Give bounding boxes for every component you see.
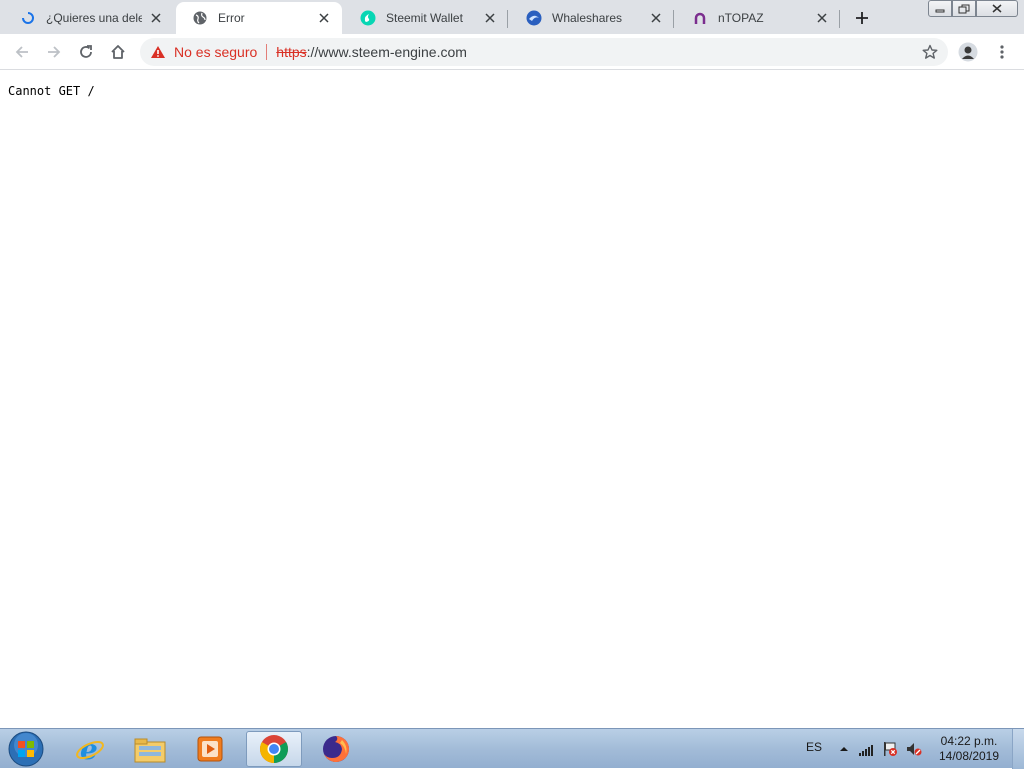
tab-title: ¿Quieres una deleg <box>46 11 142 25</box>
volume-tray-icon[interactable] <box>906 741 922 757</box>
kebab-menu-icon <box>1000 45 1004 59</box>
start-button[interactable] <box>6 730 46 768</box>
forward-button[interactable] <box>44 42 64 62</box>
tab-strip: ¿Quieres una deleg Error Steemit Wallet … <box>0 0 1024 34</box>
taskbar-chrome[interactable] <box>246 731 302 767</box>
minimize-icon <box>935 9 945 12</box>
file-explorer-icon <box>134 738 166 763</box>
ntopaz-icon <box>692 10 708 26</box>
windows-start-icon <box>8 731 44 767</box>
reload-icon <box>80 45 92 58</box>
clock-time: 04:22 p.m. <box>940 734 998 748</box>
warning-triangle-icon[interactable] <box>150 44 166 60</box>
firefox-icon <box>323 736 349 762</box>
close-tab-icon[interactable] <box>648 10 664 26</box>
minimize-button[interactable] <box>928 0 952 17</box>
restore-button[interactable] <box>952 0 976 17</box>
address-bar[interactable]: No es seguro https ://www.steem-engine.c… <box>140 38 948 66</box>
whaleshares-icon <box>526 10 542 26</box>
restore-icon <box>958 4 970 13</box>
arrow-left-icon <box>15 46 28 58</box>
tab-quieres-una-deleg[interactable]: ¿Quieres una deleg <box>4 2 174 34</box>
tab-separator <box>839 10 840 28</box>
taskbar-media-player[interactable] <box>182 731 238 767</box>
home-icon <box>111 45 125 59</box>
globe-icon <box>192 10 208 26</box>
close-tab-icon[interactable] <box>814 10 830 26</box>
close-tab-icon[interactable] <box>316 10 332 26</box>
clock-date: 14/08/2019 <box>938 749 1000 763</box>
close-window-button[interactable] <box>976 0 1018 17</box>
page-content: Cannot GET / <box>0 70 1024 728</box>
tab-title: Error <box>218 11 245 25</box>
network-tray-icon[interactable] <box>858 741 874 757</box>
taskbar-firefox[interactable] <box>308 731 364 767</box>
tab-title: Steemit Wallet <box>386 11 463 25</box>
show-hidden-icons-button[interactable] <box>836 741 852 757</box>
loading-spinner-icon <box>20 10 36 26</box>
tab-separator <box>673 10 674 28</box>
language-indicator[interactable]: ES <box>806 740 822 754</box>
avatar-icon <box>958 42 978 62</box>
security-label[interactable]: No es seguro <box>174 44 257 60</box>
arrow-right-icon <box>48 46 61 58</box>
media-player-icon <box>197 736 223 762</box>
bookmark-star-icon[interactable] <box>922 44 938 60</box>
steemit-icon <box>360 10 376 26</box>
internet-explorer-icon: e <box>76 733 104 765</box>
menu-button[interactable] <box>992 42 1012 62</box>
plus-icon <box>856 12 868 24</box>
close-tab-icon[interactable] <box>148 10 164 26</box>
tab-title: Whaleshares <box>552 11 623 25</box>
close-tab-icon[interactable] <box>482 10 498 26</box>
taskbar: e ES 04:22 p.m. 14/08/2019 <box>0 728 1024 769</box>
chrome-icon <box>260 735 288 763</box>
chevron-up-icon <box>840 747 848 751</box>
action-center-tray-icon[interactable] <box>882 741 898 757</box>
browser-toolbar: No es seguro https ://www.steem-engine.c… <box>0 34 1024 70</box>
tab-ntopaz[interactable]: nTOPAZ <box>676 2 840 34</box>
url-text: ://www.steem-engine.com <box>306 44 467 60</box>
tab-separator <box>507 10 508 28</box>
back-button[interactable] <box>12 42 32 62</box>
new-tab-button[interactable] <box>852 8 872 28</box>
home-button[interactable] <box>108 42 128 62</box>
reload-button[interactable] <box>76 42 96 62</box>
tab-steemit-wallet[interactable]: Steemit Wallet <box>344 2 508 34</box>
taskbar-file-explorer[interactable] <box>122 731 178 767</box>
flag-warning-icon <box>884 742 897 756</box>
url-scheme: https <box>276 44 307 60</box>
tab-whaleshares[interactable]: Whaleshares <box>510 2 674 34</box>
taskbar-internet-explorer[interactable]: e <box>62 731 118 767</box>
tab-error[interactable]: Error <box>176 2 342 34</box>
error-message: Cannot GET / <box>8 84 95 98</box>
show-desktop-button[interactable] <box>1012 729 1024 769</box>
signal-bars-icon <box>859 745 873 756</box>
security-divider <box>266 44 268 60</box>
svg-text:e: e <box>80 733 98 765</box>
profile-avatar-button[interactable] <box>958 42 978 62</box>
system-clock[interactable]: 04:22 p.m. 14/08/2019 <box>930 734 1008 764</box>
close-icon <box>992 4 1002 13</box>
speaker-muted-icon <box>907 743 922 756</box>
tab-title: nTOPAZ <box>718 11 764 25</box>
